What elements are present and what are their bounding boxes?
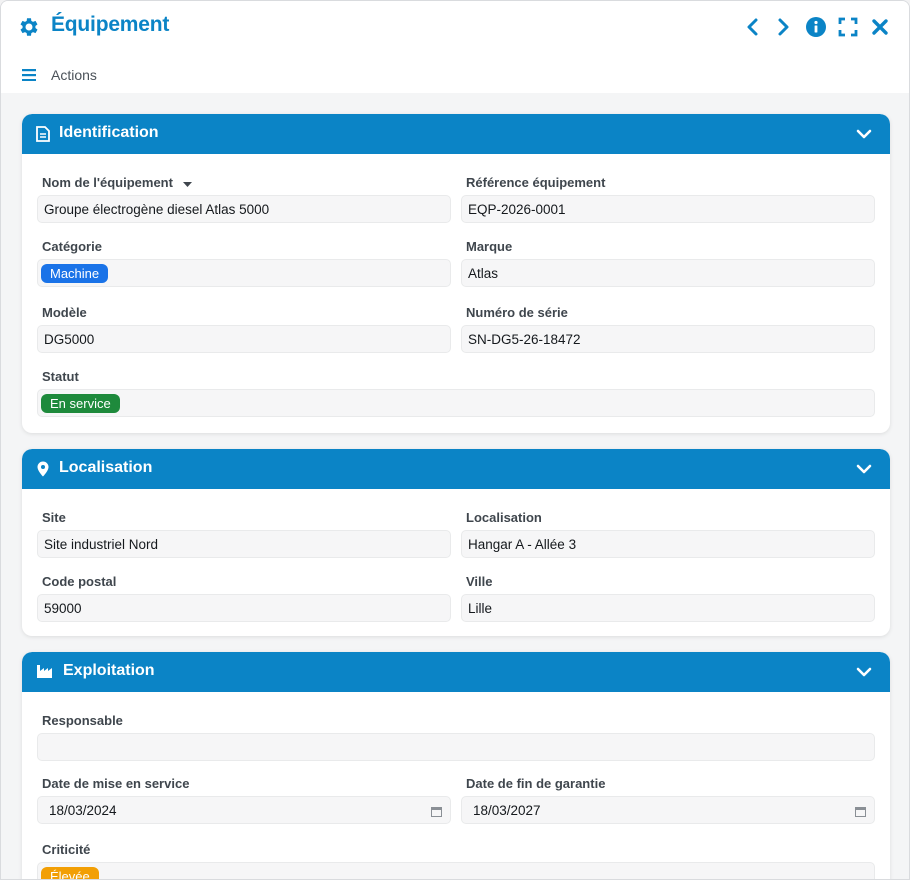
- postal-code-field[interactable]: 59000: [37, 594, 451, 622]
- localisation-section: Localisation Site Site industriel Nord L…: [22, 449, 890, 636]
- site-label: Site: [42, 510, 66, 525]
- serial-label: Numéro de série: [466, 305, 568, 320]
- localisation-header[interactable]: Localisation: [22, 449, 890, 489]
- section-title: Identification: [59, 124, 159, 141]
- section-title: Localisation: [59, 459, 153, 476]
- site-field[interactable]: Site industriel Nord: [37, 530, 451, 558]
- actions-menu[interactable]: Actions: [51, 67, 97, 83]
- hamburger-menu-icon[interactable]: [22, 68, 36, 82]
- start-date-field[interactable]: 18/03/2024: [37, 796, 451, 824]
- section-title: Exploitation: [63, 662, 155, 679]
- form-content: Identification Nom de l'équipement Group…: [1, 93, 909, 879]
- responsible-field[interactable]: [37, 733, 875, 761]
- calendar-icon[interactable]: [431, 805, 442, 817]
- location-label: Localisation: [466, 510, 542, 525]
- identification-header[interactable]: Identification: [22, 114, 890, 154]
- start-date-label: Date de mise en service: [42, 776, 190, 791]
- warranty-end-label: Date de fin de garantie: [466, 776, 606, 791]
- info-icon[interactable]: [805, 15, 827, 39]
- criticity-field[interactable]: Élevée: [37, 862, 875, 879]
- chevron-left-icon[interactable]: [741, 15, 763, 39]
- status-badge: En service: [41, 394, 120, 413]
- brand-field[interactable]: Atlas: [461, 259, 875, 287]
- reference-field[interactable]: EQP-2026-0001: [461, 195, 875, 223]
- equipment-window: Équipement Actions Identification Nom de…: [0, 0, 910, 880]
- window-title: Équipement: [51, 13, 170, 36]
- actions-toolbar: Actions: [1, 53, 909, 93]
- postal-code-label: Code postal: [42, 574, 117, 589]
- close-icon[interactable]: [869, 15, 891, 39]
- category-field[interactable]: Machine: [37, 259, 451, 287]
- map-pin-icon: [36, 461, 52, 477]
- model-field[interactable]: DG5000: [37, 325, 451, 353]
- fullscreen-icon[interactable]: [837, 15, 859, 39]
- warranty-end-field[interactable]: 18/03/2027: [461, 796, 875, 824]
- brand-label: Marque: [466, 239, 513, 254]
- gear-icon: [17, 15, 41, 39]
- status-field[interactable]: En service: [37, 389, 875, 417]
- chevron-down-icon[interactable]: [856, 462, 872, 476]
- document-icon: [36, 126, 52, 142]
- serial-field[interactable]: SN-DG5-26-18472: [461, 325, 875, 353]
- city-field[interactable]: Lille: [461, 594, 875, 622]
- reference-label: Référence équipement: [466, 175, 606, 190]
- chevron-down-icon[interactable]: [856, 127, 872, 141]
- window-actions: [741, 15, 891, 39]
- exploitation-header[interactable]: Exploitation: [22, 652, 890, 692]
- chevron-right-icon[interactable]: [773, 15, 795, 39]
- equipment-name-field[interactable]: Groupe électrogène diesel Atlas 5000: [37, 195, 451, 223]
- identification-section: Identification Nom de l'équipement Group…: [22, 114, 890, 433]
- status-label: Statut: [42, 369, 79, 384]
- category-badge: Machine: [41, 264, 109, 283]
- equipment-name-label: Nom de l'équipement: [42, 175, 192, 191]
- title-bar: Équipement: [1, 1, 909, 53]
- caret-down-icon[interactable]: [182, 176, 192, 191]
- criticity-label: Criticité: [42, 842, 91, 857]
- warranty-end-value: 18/03/2027: [473, 803, 541, 818]
- location-field[interactable]: Hangar A - Allée 3: [461, 530, 875, 558]
- criticity-badge: Élevée: [41, 867, 99, 879]
- category-label: Catégorie: [42, 239, 102, 254]
- exploitation-section: Exploitation Responsable Date de mise en…: [22, 652, 890, 879]
- responsible-label: Responsable: [42, 713, 123, 728]
- city-label: Ville: [466, 574, 493, 589]
- factory-icon: [37, 664, 53, 680]
- start-date-value: 18/03/2024: [49, 803, 117, 818]
- model-label: Modèle: [42, 305, 87, 320]
- chevron-down-icon[interactable]: [856, 665, 872, 679]
- calendar-icon[interactable]: [855, 805, 866, 817]
- equipment-name-label-text: Nom de l'équipement: [42, 175, 173, 190]
